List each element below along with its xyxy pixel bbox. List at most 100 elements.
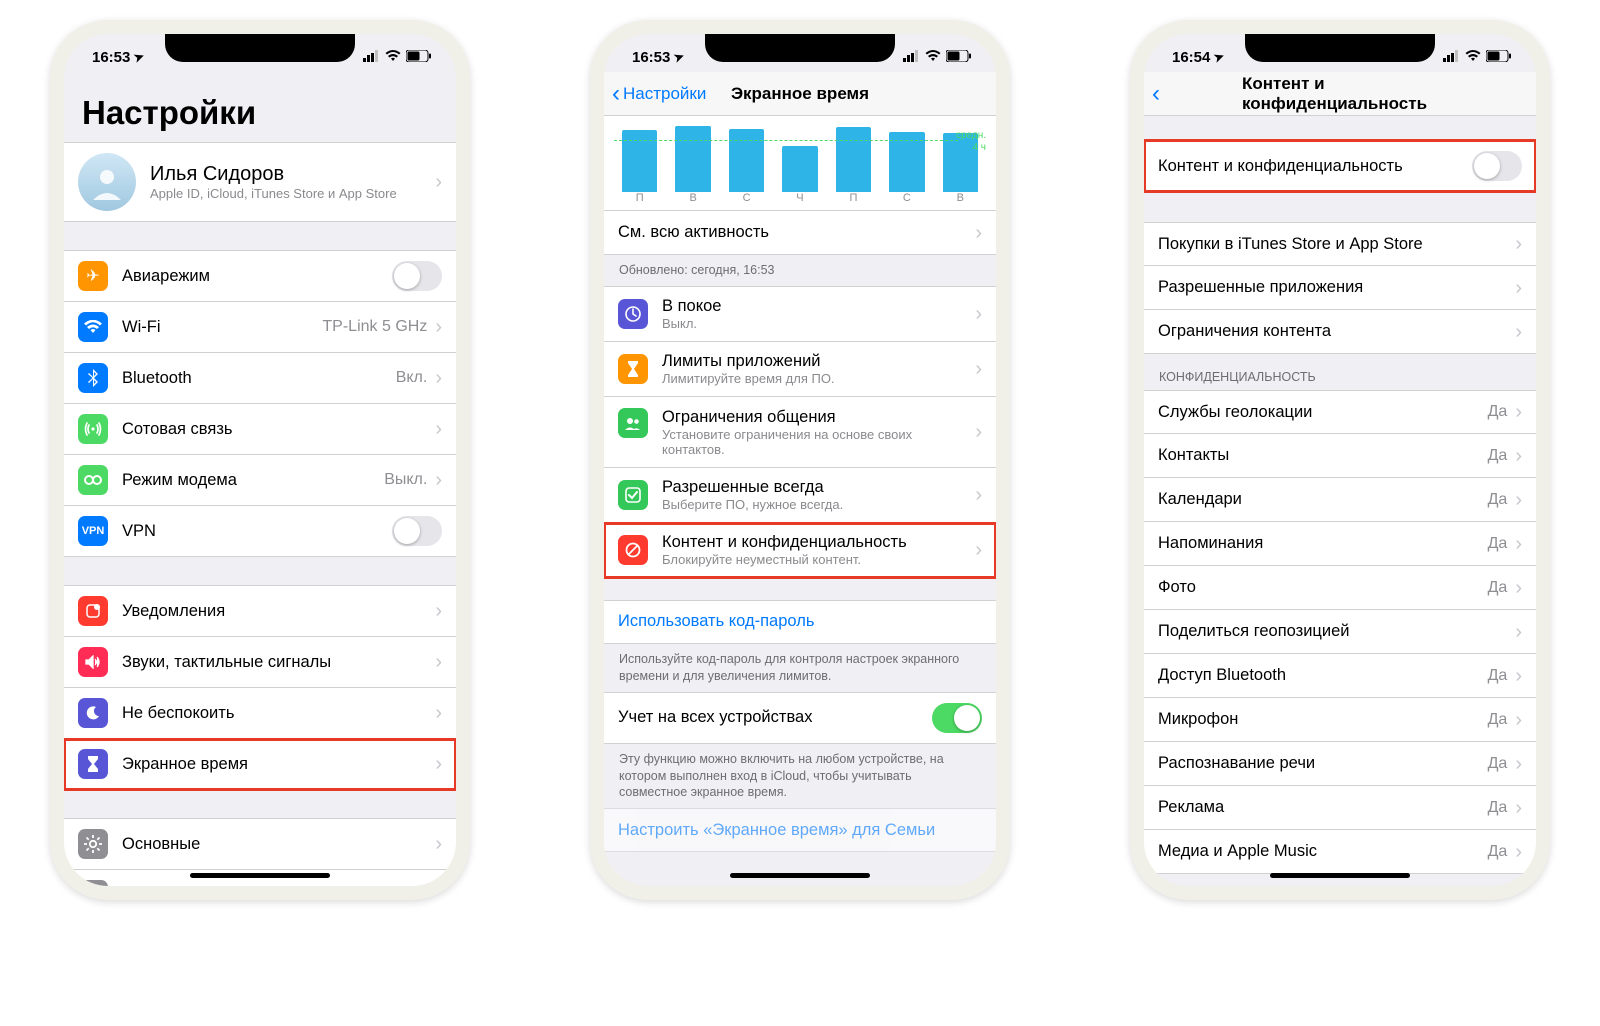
cell-contacts[interactable]: Контакты Да› bbox=[1144, 434, 1536, 478]
notch bbox=[165, 34, 355, 62]
chevron-icon: › bbox=[1515, 842, 1522, 862]
cell-general[interactable]: Основные › bbox=[64, 818, 456, 870]
cell-vpn[interactable]: VPN VPN bbox=[64, 506, 456, 557]
cell-dnd[interactable]: Не беспокоить › bbox=[64, 688, 456, 739]
cell-content-toggle[interactable]: Контент и конфиденциальность bbox=[1144, 140, 1536, 192]
cell-wifi[interactable]: Wi-Fi TP-Link 5 GHz › bbox=[64, 302, 456, 353]
cell-bt-access[interactable]: Доступ Bluetooth Да› bbox=[1144, 654, 1536, 698]
cell-content-restrict[interactable]: Ограничения контента › bbox=[1144, 310, 1536, 354]
cell-calendars[interactable]: Календари Да› bbox=[1144, 478, 1536, 522]
page-title: Настройки bbox=[64, 72, 456, 142]
chart-bar bbox=[675, 126, 710, 192]
avatar bbox=[78, 153, 136, 211]
passcode-footer: Используйте код-пароль для контроля наст… bbox=[604, 644, 996, 692]
home-indicator bbox=[190, 873, 330, 878]
chevron-icon: › bbox=[435, 601, 442, 621]
signal-icon bbox=[1443, 49, 1460, 66]
home-indicator bbox=[730, 873, 870, 878]
cell-downtime[interactable]: В покое Выкл. › bbox=[604, 286, 996, 342]
chart-day-label: С bbox=[889, 192, 924, 204]
usage-chart: средн.4 ч ПВСЧПСВ bbox=[604, 116, 996, 211]
chevron-icon: › bbox=[435, 754, 442, 774]
cell-shared[interactable]: Учет на всех устройствах bbox=[604, 692, 996, 744]
cell-microphone[interactable]: Микрофон Да› bbox=[1144, 698, 1536, 742]
cell-allowed-apps[interactable]: Разрешенные приложения › bbox=[1144, 266, 1536, 310]
cell-allowed[interactable]: Разрешенные всегда Выберите ПО, нужное в… bbox=[604, 468, 996, 523]
phone-screentime: 16:53 ➤ ‹ Настройки Экранное время с bbox=[590, 20, 1010, 900]
content-toggle[interactable] bbox=[1472, 151, 1522, 181]
cell-hotspot[interactable]: Режим модема Выкл. › bbox=[64, 455, 456, 506]
cell-bluetooth[interactable]: Bluetooth Вкл. › bbox=[64, 353, 456, 404]
cellular-icon bbox=[78, 414, 108, 444]
chevron-icon: › bbox=[1515, 622, 1522, 642]
back-button[interactable]: ‹ bbox=[1152, 80, 1160, 108]
location-icon: ➤ bbox=[1212, 49, 1226, 66]
chevron-left-icon: ‹ bbox=[612, 80, 620, 108]
vpn-toggle[interactable] bbox=[392, 516, 442, 546]
home-indicator bbox=[1270, 873, 1410, 878]
status-time: 16:53 bbox=[92, 49, 130, 66]
chevron-icon: › bbox=[975, 223, 982, 243]
chevron-icon: › bbox=[1515, 534, 1522, 554]
cell-reminders[interactable]: Напоминания Да› bbox=[1144, 522, 1536, 566]
cell-content-privacy[interactable]: Контент и конфиденциальность Блокируйте … bbox=[604, 523, 996, 578]
chevron-icon: › bbox=[1515, 578, 1522, 598]
nav-title: Экранное время bbox=[731, 84, 869, 104]
hourglass-icon bbox=[618, 354, 648, 384]
chevron-icon: › bbox=[1515, 278, 1522, 298]
profile-cell[interactable]: Илья Сидоров Apple ID, iCloud, iTunes St… bbox=[64, 142, 456, 222]
airplane-toggle[interactable] bbox=[392, 261, 442, 291]
cell-passcode[interactable]: Использовать код-пароль bbox=[604, 600, 996, 644]
nav-bar: ‹ Контент и конфиденциальность bbox=[1144, 72, 1536, 116]
location-icon: ➤ bbox=[672, 49, 686, 66]
cell-cellular[interactable]: Сотовая связь › bbox=[64, 404, 456, 455]
chart-day-label: В bbox=[943, 192, 978, 204]
header-privacy: КОНФИДЕНЦИАЛЬНОСТЬ bbox=[1144, 354, 1536, 390]
cell-media[interactable]: Медиа и Apple Music Да› bbox=[1144, 830, 1536, 874]
wifi-value: TP-Link 5 GHz bbox=[322, 318, 427, 336]
cell-applimits[interactable]: Лимиты приложений Лимитируйте время для … bbox=[604, 342, 996, 397]
chart-day-label: В bbox=[675, 192, 710, 204]
cell-speech[interactable]: Распознавание речи Да› bbox=[1144, 742, 1536, 786]
chevron-icon: › bbox=[1515, 666, 1522, 686]
chevron-icon: › bbox=[975, 485, 982, 505]
sounds-icon bbox=[78, 647, 108, 677]
chevron-icon: › bbox=[1515, 710, 1522, 730]
chevron-icon: › bbox=[1515, 446, 1522, 466]
chevron-icon: › bbox=[975, 540, 982, 560]
cell-purchases[interactable]: Покупки в iTunes Store и App Store › bbox=[1144, 222, 1536, 266]
cell-ads[interactable]: Реклама Да› bbox=[1144, 786, 1536, 830]
shared-footer: Эту функцию можно включить на любом устр… bbox=[604, 744, 996, 809]
chevron-icon: › bbox=[435, 703, 442, 723]
chevron-icon: › bbox=[435, 368, 442, 388]
back-button[interactable]: ‹ Настройки bbox=[612, 80, 706, 108]
comm-icon bbox=[618, 408, 648, 438]
hotspot-value: Выкл. bbox=[384, 471, 427, 489]
cell-photos[interactable]: Фото Да› bbox=[1144, 566, 1536, 610]
status-time: 16:54 bbox=[1172, 49, 1210, 66]
phone-content-privacy: 16:54 ➤ ‹ Контент и конфиденциальность К… bbox=[1130, 20, 1550, 900]
wifi-icon bbox=[925, 49, 941, 66]
cell-share-location[interactable]: Поделиться геопозицией › bbox=[1144, 610, 1536, 654]
cell-family[interactable]: Настроить «Экранное время» для Семьи bbox=[604, 808, 996, 852]
battery-icon bbox=[406, 49, 432, 66]
cell-commlimits[interactable]: Ограничения общения Установите ограничен… bbox=[604, 397, 996, 468]
cell-notifications[interactable]: Уведомления › bbox=[64, 585, 456, 637]
status-time: 16:53 bbox=[632, 49, 670, 66]
cell-activity[interactable]: См. всю активность › bbox=[604, 211, 996, 255]
chart-bar bbox=[782, 146, 817, 192]
chevron-icon: › bbox=[435, 470, 442, 490]
cell-airplane[interactable]: ✈ Авиарежим bbox=[64, 250, 456, 302]
chart-bar bbox=[836, 127, 871, 192]
cell-screentime[interactable]: Экранное время › bbox=[64, 739, 456, 790]
cell-sounds[interactable]: Звуки, тактильные сигналы › bbox=[64, 637, 456, 688]
updated-text: Обновлено: сегодня, 16:53 bbox=[604, 255, 996, 286]
chart-day-label: Ч bbox=[782, 192, 817, 204]
shared-toggle[interactable] bbox=[932, 703, 982, 733]
cell-location[interactable]: Службы геолокации Да› bbox=[1144, 390, 1536, 434]
profile-sub: Apple ID, iCloud, iTunes Store и App Sto… bbox=[150, 186, 435, 201]
chevron-icon: › bbox=[435, 172, 442, 192]
notch bbox=[705, 34, 895, 62]
chart-day-label: П bbox=[622, 192, 657, 204]
location-icon: ➤ bbox=[132, 49, 146, 66]
